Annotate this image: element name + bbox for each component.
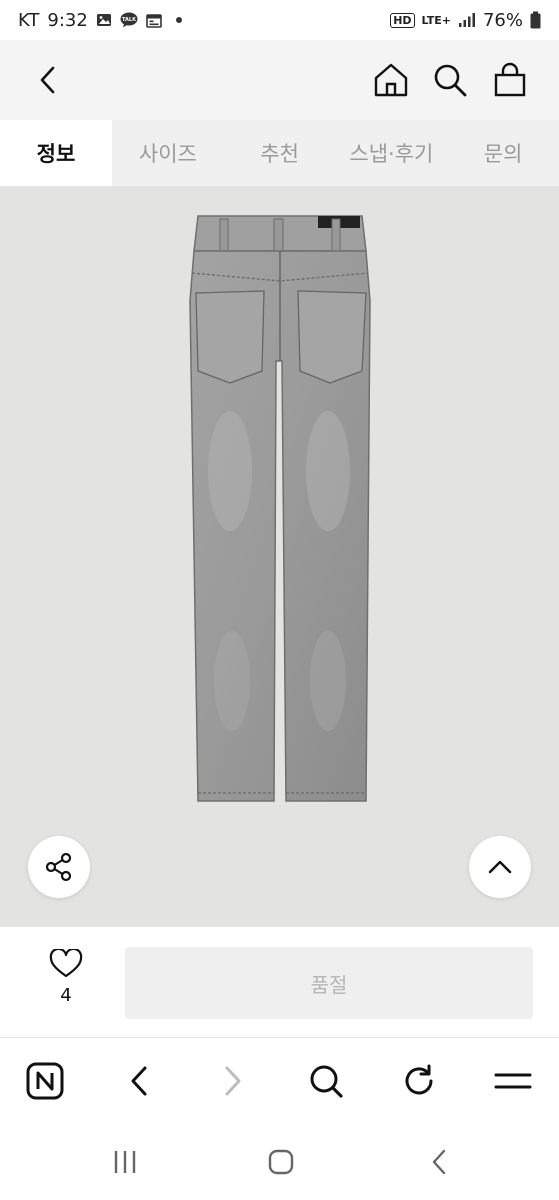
app-header bbox=[0, 40, 559, 120]
forward-icon bbox=[225, 1066, 241, 1096]
tab-snap-review[interactable]: 스냅·후기 bbox=[336, 120, 448, 186]
system-navigation-bar bbox=[0, 1124, 559, 1200]
soldout-button[interactable]: 품절 bbox=[125, 947, 533, 1019]
refresh-button[interactable] bbox=[396, 1058, 442, 1104]
recents-icon bbox=[114, 1151, 136, 1173]
back-arrow-icon bbox=[40, 66, 55, 94]
back-button[interactable] bbox=[26, 58, 70, 102]
system-back-button[interactable] bbox=[416, 1142, 462, 1182]
product-image-area bbox=[0, 186, 559, 926]
tab-info[interactable]: 정보 bbox=[0, 120, 112, 186]
battery-percent: 76% bbox=[482, 9, 523, 31]
chevron-up-icon bbox=[488, 860, 512, 874]
status-right: HD LTE+ 76% bbox=[390, 10, 541, 31]
kakaotalk-icon: TALK bbox=[120, 12, 138, 28]
network-type: LTE+ bbox=[421, 13, 451, 27]
naver-icon bbox=[26, 1062, 64, 1100]
browser-back-button[interactable] bbox=[116, 1058, 162, 1104]
hd-voice-icon: HD bbox=[390, 12, 415, 28]
like-button[interactable]: 4 bbox=[36, 949, 96, 1006]
cart-button[interactable] bbox=[488, 58, 532, 102]
tab-size[interactable]: 사이즈 bbox=[112, 120, 224, 186]
status-bar: KT 9:32 TALK HD LTE+ 76% bbox=[0, 0, 559, 40]
search-icon bbox=[434, 64, 467, 97]
share-icon bbox=[45, 852, 72, 882]
recents-button[interactable] bbox=[102, 1142, 148, 1182]
product-tabs: 정보 사이즈 추천 스냅·후기 문의 bbox=[0, 120, 559, 186]
product-image bbox=[189, 215, 371, 802]
like-count: 4 bbox=[60, 985, 72, 1006]
shopping-bag-icon bbox=[494, 62, 526, 97]
notification-dot bbox=[175, 17, 182, 23]
search-icon bbox=[310, 1065, 343, 1098]
home-icon bbox=[374, 63, 408, 97]
naver-home-button[interactable] bbox=[22, 1058, 68, 1104]
battery-icon bbox=[530, 11, 541, 29]
purchase-bar: 4 품절 bbox=[0, 926, 559, 1038]
heart-icon bbox=[49, 949, 83, 978]
home-icon bbox=[268, 1149, 294, 1175]
svg-text:TALK: TALK bbox=[122, 17, 137, 23]
browser-menu-button[interactable] bbox=[490, 1058, 536, 1104]
browser-search-button[interactable] bbox=[303, 1058, 349, 1104]
calendar-icon bbox=[146, 13, 162, 28]
share-button[interactable] bbox=[28, 836, 90, 898]
menu-icon bbox=[494, 1073, 532, 1089]
tab-recommend[interactable]: 추천 bbox=[224, 120, 336, 186]
back-icon bbox=[131, 1066, 147, 1096]
status-left: KT 9:32 TALK bbox=[18, 10, 182, 31]
system-home-button[interactable] bbox=[258, 1142, 304, 1182]
scroll-top-button[interactable] bbox=[469, 836, 531, 898]
refresh-icon bbox=[405, 1064, 433, 1095]
tab-inquiry[interactable]: 문의 bbox=[447, 120, 559, 186]
browser-forward-button[interactable] bbox=[210, 1058, 256, 1104]
image-icon bbox=[96, 14, 111, 26]
carrier-label: KT bbox=[18, 9, 40, 31]
home-button[interactable] bbox=[369, 58, 413, 102]
time-label: 9:32 bbox=[47, 9, 88, 31]
browser-toolbar bbox=[0, 1038, 559, 1124]
signal-icon bbox=[458, 13, 475, 27]
back-icon bbox=[432, 1149, 446, 1175]
search-button[interactable] bbox=[428, 58, 472, 102]
